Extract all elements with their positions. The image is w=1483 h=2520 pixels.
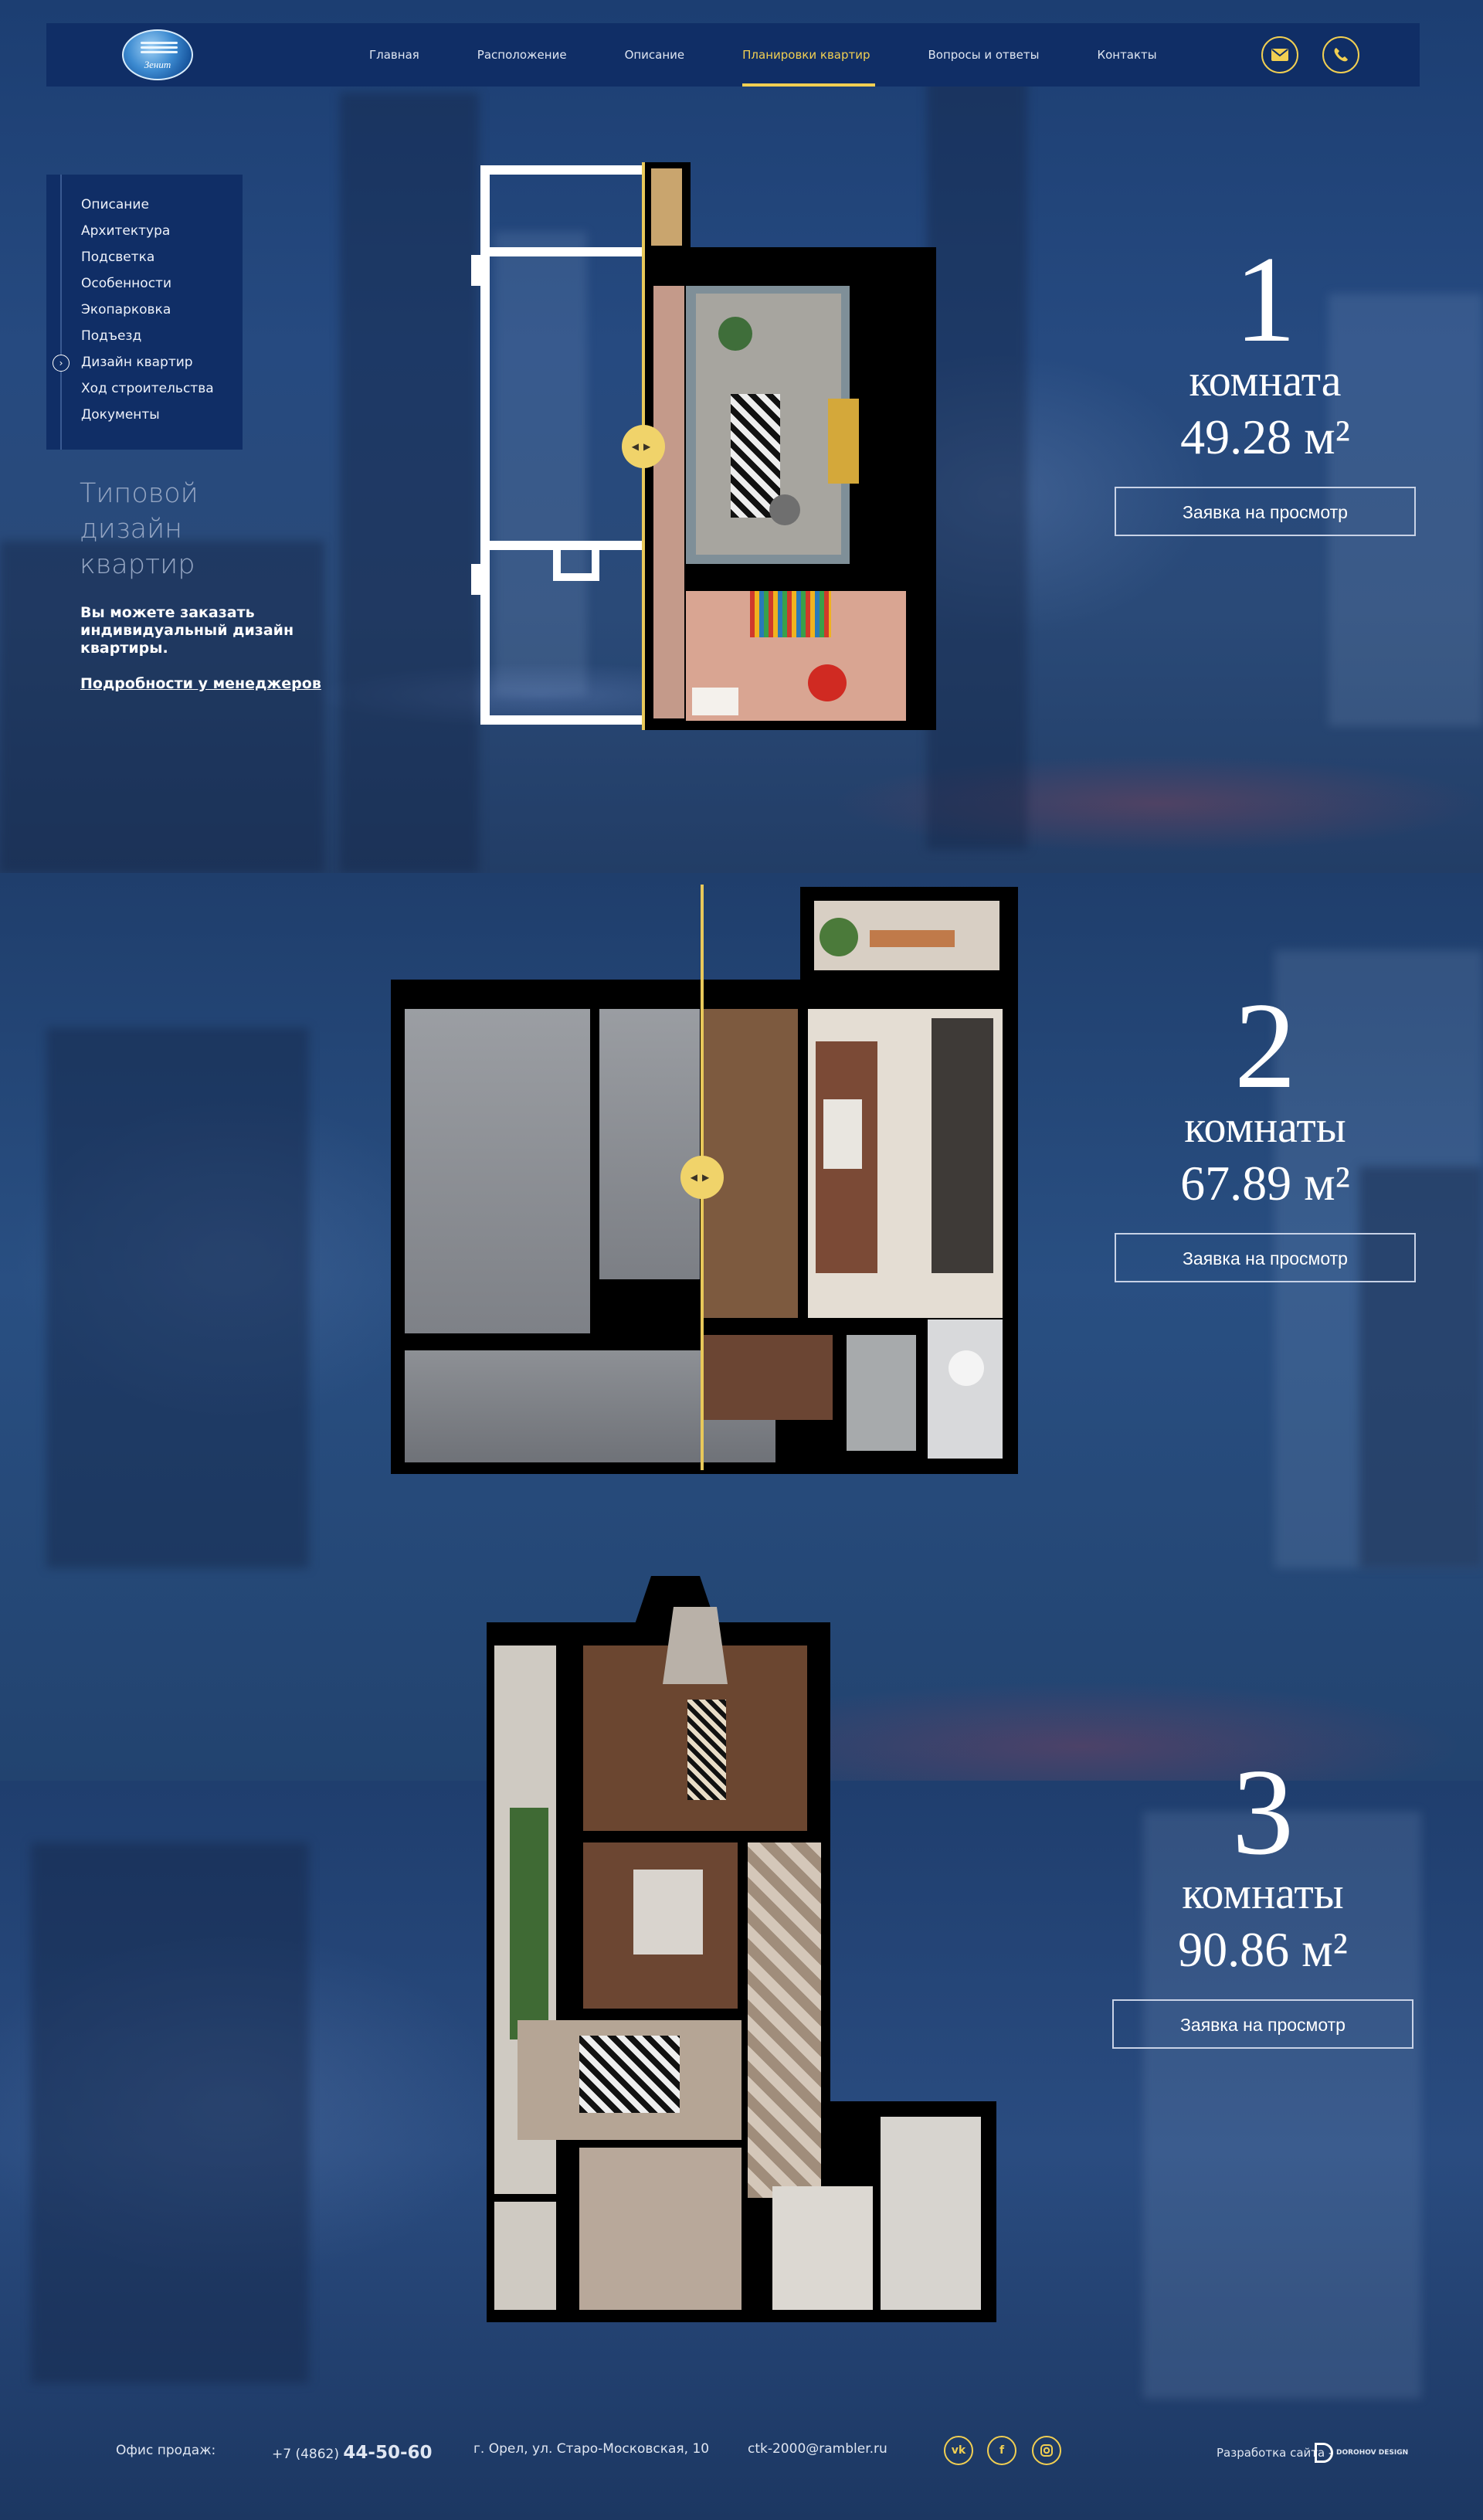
mail-icon[interactable] [1261,36,1298,73]
floorplan-1-room [468,162,936,730]
vk-icon[interactable]: vk [944,2436,973,2465]
nav-item-location[interactable]: Расположение [477,23,567,87]
area-value: 67.89 м² [1180,1156,1350,1211]
plan-3-info: 3 комнаты 90.86 м² Заявка на просмотр [1112,1743,1413,2049]
sidebar-item-ecoparking[interactable]: Экопарковка [81,302,171,318]
sidebar-menu: Описание Архитектура Подсветка Особеннос… [46,175,243,450]
plan-2-info: 2 комнаты 67.89 м² Заявка на просмотр [1115,976,1416,1282]
managers-link[interactable]: Подробности у менеджеров [80,675,321,692]
logo-text: Зенит [144,59,171,70]
compare-slider-handle[interactable]: ◀▶ [622,425,665,468]
nav-item-contacts[interactable]: Контакты [1097,23,1156,87]
sidebar-item-documents[interactable]: Документы [81,407,160,423]
nav-item-faq[interactable]: Вопросы и ответы [928,23,1040,87]
site-footer: Офис продаж: +7 (4862) 44-50-60 г. Орел,… [0,2426,1483,2480]
rooms-number: 3 [1232,1743,1294,1880]
design-note: Вы можете заказать индивидуальный дизайн… [80,604,294,657]
logo[interactable]: Зенит [122,29,193,80]
sidebar-item-features[interactable]: Особенности [81,276,171,291]
rooms-label: комната [1189,355,1342,406]
request-viewing-button[interactable]: Заявка на просмотр [1112,1999,1413,2049]
rooms-label: комнаты [1182,1868,1344,1918]
sidebar-item-lighting[interactable]: Подсветка [81,250,154,265]
site-header: Зенит Главная Расположение Описание План… [46,23,1420,87]
floorplan-3-rooms [487,1576,996,2322]
sidebar-item-architecture[interactable]: Архитектура [81,223,170,239]
phone-icon[interactable] [1322,36,1359,73]
facebook-icon[interactable]: f [987,2436,1016,2465]
sales-office-label: Офис продаж: [116,2443,216,2458]
nav-item-layouts[interactable]: Планировки квартир [742,23,875,87]
sidebar-item-description[interactable]: Описание [81,197,149,212]
plan-1-info: 1 комната 49.28 м² Заявка на просмотр [1115,230,1416,536]
footer-email[interactable]: ctk-2000@rambler.ru [748,2441,887,2457]
area-value: 49.28 м² [1180,409,1350,464]
nav-item-description[interactable]: Описание [625,23,685,87]
footer-address: г. Орел, ул. Старо-Московская, 10 [473,2441,710,2457]
request-viewing-button[interactable]: Заявка на просмотр [1115,487,1416,536]
rooms-number: 1 [1234,230,1296,368]
phone-prefix: +7 (4862) [272,2447,339,2462]
developer-logo-text: DOROHOV DESIGN [1336,2449,1409,2457]
area-value: 90.86 м² [1178,1922,1348,1977]
phone-number: 44-50-60 [343,2443,433,2463]
request-viewing-button[interactable]: Заявка на просмотр [1115,1233,1416,1282]
rooms-number: 2 [1234,976,1296,1114]
section-title: Типовой дизайн квартир [80,478,199,580]
sidebar-item-entrance[interactable]: Подъезд [81,328,141,344]
rooms-label: комнаты [1184,1102,1346,1152]
chevron-right-icon: › [53,355,70,372]
sidebar-item-construction[interactable]: Ход строительства [81,381,214,396]
sidebar-item-design[interactable]: Дизайн квартир [81,355,193,370]
footer-phone[interactable]: +7 (4862) 44-50-60 [272,2443,433,2463]
main-nav: Главная Расположение Описание Планировки… [369,23,1215,87]
compare-slider-handle[interactable]: ◀▶ [680,1156,724,1199]
instagram-icon[interactable] [1032,2436,1061,2465]
developer-logo[interactable]: DOROHOV DESIGN [1315,2443,1409,2463]
nav-item-home[interactable]: Главная [369,23,419,87]
